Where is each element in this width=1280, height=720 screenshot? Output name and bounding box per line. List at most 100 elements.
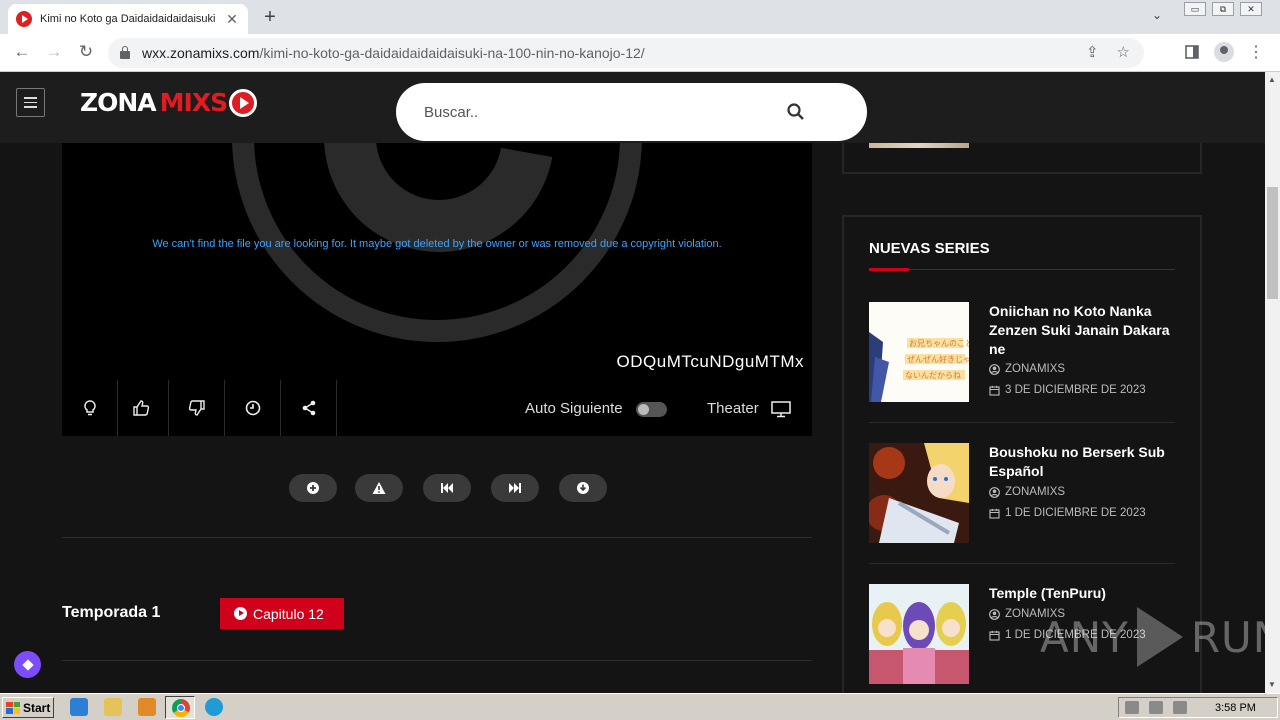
- scroll-up-icon[interactable]: ▲: [1268, 75, 1276, 84]
- forward-icon[interactable]: →: [44, 42, 64, 62]
- chrome-icon-center: [177, 704, 185, 712]
- next-icon: [509, 483, 521, 493]
- side-panel-icon[interactable]: [1184, 44, 1200, 60]
- file-explorer-icon[interactable]: [104, 698, 122, 716]
- clock-icon: [245, 400, 260, 416]
- anyrun-watermark: ANY RUN: [1040, 607, 1265, 667]
- series-item[interactable]: お兄ちゃんのこと ぜんぜん好きじゃ ないんだからね Oniichan no Ko…: [869, 302, 1175, 423]
- like-button[interactable]: [113, 380, 169, 436]
- watermark-right: RUN: [1190, 612, 1265, 662]
- reload-icon[interactable]: ↻: [76, 42, 96, 62]
- scrollbar-thumb[interactable]: [1267, 187, 1278, 299]
- svg-text:ないんだからね: ないんだからね: [905, 371, 961, 380]
- edge-icon[interactable]: [205, 698, 223, 716]
- series-title[interactable]: Oniichan no Koto Nanka Zenzen Suki Janai…: [989, 302, 1175, 359]
- bookmark-star-icon[interactable]: ☆: [1117, 43, 1130, 61]
- next-episode-button[interactable]: [491, 474, 539, 502]
- logo-text-mixs: MIXS: [159, 88, 228, 117]
- auto-next-toggle[interactable]: [636, 402, 667, 417]
- previous-episode-button[interactable]: [423, 474, 471, 502]
- internet-explorer-icon[interactable]: [70, 698, 88, 716]
- site-logo[interactable]: ZONA MIXS: [80, 88, 258, 117]
- lightbulb-icon: [83, 400, 96, 416]
- author-name: ZONAMIXS: [1005, 486, 1066, 498]
- url-text: wxx.zonamixs.com/kimi-no-koto-ga-daidaid…: [142, 45, 645, 61]
- address-bar[interactable]: wxx.zonamixs.com/kimi-no-koto-ga-daidaid…: [108, 38, 1144, 68]
- chapter-label: Capitulo 12: [253, 605, 324, 622]
- warning-icon: [372, 482, 386, 494]
- add-list-button[interactable]: [289, 474, 337, 502]
- auto-next-label: Auto Siguiente: [525, 400, 623, 417]
- window-controls: ▭ ⧉ ✕: [1184, 2, 1262, 16]
- theater-label[interactable]: Theater: [707, 400, 759, 417]
- minimize-button[interactable]: ▭: [1184, 2, 1206, 16]
- series-item[interactable]: Boushoku no Berserk Sub Español ZONAMIXS…: [869, 443, 1175, 564]
- flag-icon[interactable]: [1173, 701, 1187, 714]
- series-cover-art: お兄ちゃんのこと ぜんぜん好きじゃ ないんだからね: [869, 302, 969, 402]
- watermark-play-icon: [1136, 607, 1183, 667]
- share-page-icon[interactable]: ⇪: [1086, 43, 1099, 61]
- floating-action-button[interactable]: [14, 651, 41, 678]
- network-icon[interactable]: [1149, 701, 1163, 714]
- series-author: ZONAMIXS: [989, 486, 1065, 498]
- tab-search-icon[interactable]: ⌄: [1152, 8, 1162, 22]
- divider: [62, 537, 812, 538]
- browser-tab[interactable]: Kimi no Koto ga Daidaidaidaidaisuki na 1…: [8, 4, 248, 34]
- series-title[interactable]: Temple (TenPuru): [989, 584, 1175, 603]
- user-circle-icon: [989, 486, 1000, 498]
- divider: [62, 660, 812, 661]
- download-button[interactable]: [559, 474, 607, 502]
- share-icon: [302, 400, 315, 416]
- series-thumbnail[interactable]: お兄ちゃんのこと ぜんぜん好きじゃ ないんだからね: [869, 302, 969, 402]
- search-icon[interactable]: [786, 102, 806, 122]
- publish-date: 1 DE DICIEMBRE DE 2023: [1005, 507, 1146, 519]
- download-icon: [577, 482, 589, 494]
- chrome-menu-icon[interactable]: ⋮: [1248, 42, 1264, 62]
- tab-close-icon[interactable]: ✕: [224, 11, 240, 28]
- lights-button[interactable]: [62, 380, 118, 436]
- video-code: ODQuMTcuNDguMTMx: [616, 352, 804, 371]
- share-button[interactable]: [281, 380, 337, 436]
- watermark-left: ANY: [1040, 612, 1129, 662]
- new-tab-button[interactable]: +: [260, 6, 280, 29]
- restore-button[interactable]: ⧉: [1212, 2, 1234, 16]
- start-button[interactable]: Start: [2, 697, 54, 718]
- monitor-icon[interactable]: [771, 401, 791, 418]
- series-thumbnail[interactable]: [869, 443, 969, 543]
- divider: [869, 422, 1175, 423]
- logo-text-zona: ZONA: [80, 88, 157, 117]
- windows-logo-icon: [6, 701, 20, 714]
- search-input[interactable]: [424, 99, 764, 125]
- series-cover-art: [869, 443, 969, 543]
- player-controls: Auto Siguiente Theater: [62, 380, 812, 436]
- tab-title: Kimi no Koto ga Daidaidaidaidaisuki na 1…: [40, 13, 216, 25]
- report-button[interactable]: [355, 474, 403, 502]
- watch-later-button[interactable]: [225, 380, 281, 436]
- scroll-down-icon[interactable]: ▼: [1268, 680, 1276, 689]
- dislike-button[interactable]: [169, 380, 225, 436]
- browser-toolbar: ← → ↻ wxx.zonamixs.com/kimi-no-koto-ga-d…: [0, 34, 1280, 72]
- series-thumbnail[interactable]: [869, 584, 969, 684]
- web-page: We can't find the file you are looking f…: [0, 72, 1265, 693]
- close-window-button[interactable]: ✕: [1240, 2, 1262, 16]
- clock: 3:58 PM: [1215, 701, 1256, 714]
- youtube-favicon-icon: [16, 11, 32, 27]
- chapter-button[interactable]: Capitulo 12: [220, 598, 344, 629]
- play-circle-icon: [234, 607, 247, 620]
- series-title[interactable]: Boushoku no Berserk Sub Español: [989, 443, 1175, 481]
- media-player-icon[interactable]: [138, 698, 156, 716]
- plus-circle-icon: [307, 482, 319, 494]
- volume-icon[interactable]: [1125, 701, 1139, 714]
- publish-date: 3 DE DICIEMBRE DE 2023: [1005, 384, 1146, 396]
- back-icon[interactable]: ←: [12, 42, 32, 62]
- series-date: 1 DE DICIEMBRE DE 2023: [989, 507, 1146, 519]
- page-scrollbar[interactable]: ▲ ▼: [1265, 72, 1280, 693]
- previous-icon: [441, 483, 453, 493]
- profile-avatar[interactable]: [1214, 42, 1234, 62]
- widget-title: NUEVAS SERIES: [869, 240, 990, 257]
- chrome-taskbar-button[interactable]: [165, 696, 195, 719]
- url-domain: wxx.zonamixs.com: [142, 45, 260, 61]
- svg-text:ぜんぜん好きじゃ: ぜんぜん好きじゃ: [907, 354, 969, 364]
- calendar-icon: [989, 630, 1000, 641]
- menu-toggle-button[interactable]: [16, 88, 45, 117]
